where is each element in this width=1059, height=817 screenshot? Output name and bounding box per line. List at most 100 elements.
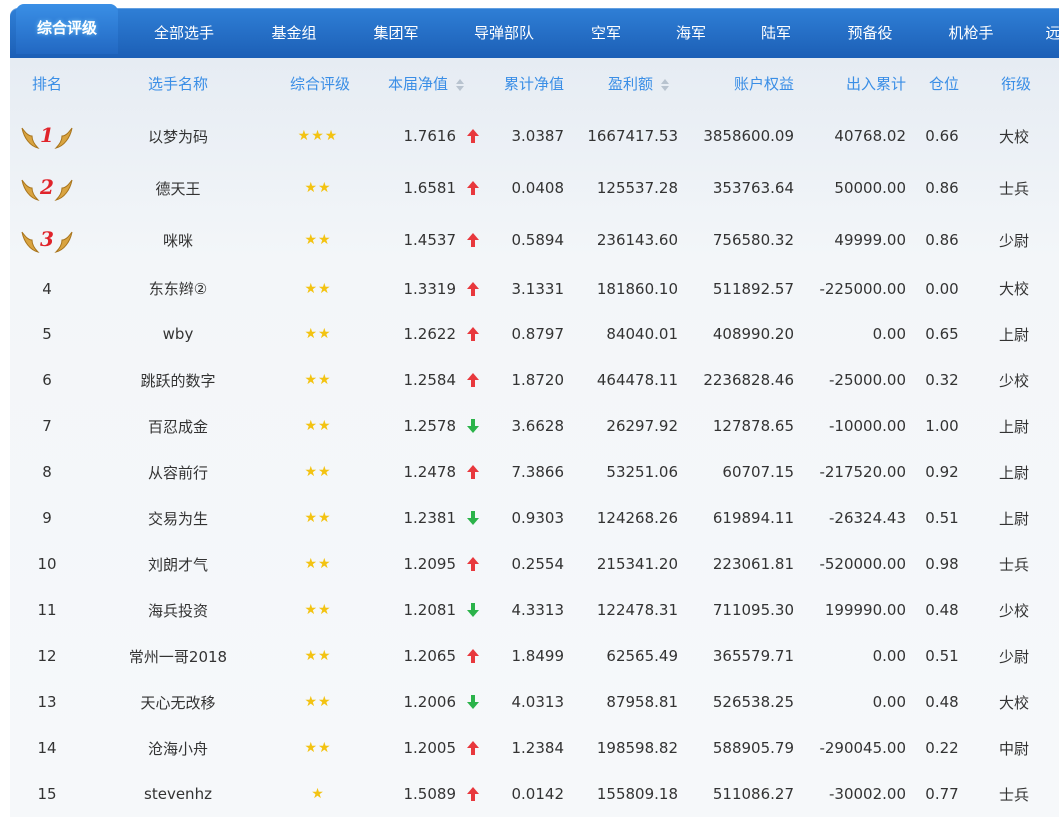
table-row[interactable]: 5 wby ★★ 1.2622 0.8797 84040.01 408990.20 0.00 0…	[10, 311, 1059, 357]
player-name-link[interactable]: 百忍成金	[148, 416, 208, 437]
position-value: 0.86	[925, 231, 959, 249]
position-cell: 0.86	[920, 214, 964, 266]
table-row[interactable]: 3 咪咪 ★★ 1.4537 0.5894 236143.60 756580.32 49999…	[10, 214, 1059, 266]
profit-value: 62565.49	[606, 647, 678, 665]
equity-cell: 756580.32	[684, 214, 794, 266]
header-equity: 账户权益	[733, 75, 794, 93]
flow-value: -30002.00	[829, 785, 906, 803]
grade-value: 大校	[998, 280, 1029, 298]
tab-10[interactable]: 远	[1003, 8, 1059, 58]
profit-cell: 125537.28	[570, 162, 678, 214]
nav-value: 1.2006	[403, 693, 457, 711]
position-cell: 0.51	[920, 495, 964, 541]
table-row[interactable]: 10 刘朗才气 ★★ 1.2095 0.2554 215341.20 223061.81 -5…	[10, 541, 1059, 587]
nav-cell: 1.2005	[380, 725, 480, 771]
player-name-link[interactable]: 刘朗才气	[148, 554, 208, 575]
table-row[interactable]: 15 stevenhz ★ 1.5089 0.0142 155809.18 511086.2…	[10, 771, 1059, 817]
player-name-link[interactable]: 天心无改移	[140, 692, 215, 713]
position-cell: 0.32	[920, 357, 964, 403]
equity-cell: 353763.64	[684, 162, 794, 214]
grade-cell: 上尉	[992, 311, 1036, 357]
grade-value: 上尉	[998, 325, 1029, 344]
grade-value: 中尉	[998, 739, 1029, 758]
player-name-link[interactable]: 交易为生	[148, 508, 208, 529]
nav-cell: 1.2578	[380, 403, 480, 449]
grade-value: 少校	[998, 371, 1029, 390]
header-grade: 衔级	[1000, 75, 1031, 93]
rank-number: 14	[37, 739, 57, 757]
flow-value: -217520.00	[819, 463, 906, 481]
position-value: 1.00	[925, 417, 959, 435]
arrow-up-icon	[467, 465, 479, 479]
position-value: 0.32	[925, 371, 959, 389]
nav-cell: 1.6581	[380, 162, 480, 214]
nav-value: 1.2584	[403, 371, 457, 389]
player-name-link[interactable]: 跳跃的数字	[140, 370, 215, 391]
table-row[interactable]: 7 百忍成金 ★★ 1.2578 3.6628 26297.92 127878.65 -100…	[10, 403, 1059, 449]
rating-cell: ★★	[280, 495, 356, 541]
flow-value: 40768.02	[834, 127, 906, 145]
position-value: 0.66	[925, 127, 959, 145]
flow-value: -26324.43	[829, 509, 906, 527]
table-row[interactable]: 12 常州一哥2018 ★★ 1.2065 1.8499 62565.49 365579.7…	[10, 633, 1059, 679]
player-name-link[interactable]: 以梦为码	[148, 126, 208, 147]
tab-1[interactable]: 全部选手	[134, 8, 234, 58]
rating-cell: ★★	[280, 541, 356, 587]
table-row[interactable]: 8 从容前行 ★★ 1.2478 7.3866 53251.06 60707.15 -2175…	[10, 449, 1059, 495]
flow-value: 49999.00	[834, 231, 906, 249]
player-name-link[interactable]: 常州一哥2018	[129, 646, 227, 667]
rank-cell: 5	[18, 311, 76, 357]
table-row[interactable]: 4 东东辫② ★★ 1.3319 3.1331 181860.10 511892.57 -22…	[10, 266, 1059, 311]
medal-rank-2-icon: 2	[21, 175, 73, 201]
table-row[interactable]: 6 跳跃的数字 ★★ 1.2584 1.8720 464478.11 2236828.46 -…	[10, 357, 1059, 403]
rating-stars: ★★	[304, 326, 332, 342]
tab-0[interactable]: 综合评级	[16, 4, 118, 54]
equity-cell: 2236828.46	[684, 357, 794, 403]
player-name-link[interactable]: wby	[163, 325, 194, 343]
table-row[interactable]: 13 天心无改移 ★★ 1.2006 4.0313 87958.81 526538.25 0.…	[10, 679, 1059, 725]
grade-cell: 上尉	[992, 403, 1036, 449]
player-name-link[interactable]: 东东辫②	[149, 278, 207, 299]
tab-2[interactable]: 基金组	[244, 8, 344, 58]
equity-value: 526538.25	[712, 693, 794, 711]
equity-cell: 408990.20	[684, 311, 794, 357]
rank-cell: 7	[18, 403, 76, 449]
table-row[interactable]: 14 沧海小舟 ★★ 1.2005 1.2384 198598.82 588905.79 -2…	[10, 725, 1059, 771]
table-row[interactable]: 2 德天王 ★★ 1.6581 0.0408 125537.28 353763.64 5000…	[10, 162, 1059, 214]
table-row[interactable]: 9 交易为生 ★★ 1.2381 0.9303 124268.26 619894.11 -26…	[10, 495, 1059, 541]
profit-value: 124268.26	[596, 509, 678, 527]
tab-8[interactable]: 预备役	[820, 8, 920, 58]
table-row[interactable]: 1 以梦为码 ★★★ 1.7616 3.0387 1667417.53 3858600.09…	[10, 110, 1059, 162]
tab-4[interactable]: 导弹部队	[454, 8, 554, 58]
rating-cell: ★★	[280, 633, 356, 679]
grade-cell: 大校	[992, 110, 1036, 162]
position-cell: 0.65	[920, 311, 964, 357]
position-value: 0.65	[925, 325, 959, 343]
player-name-cell: 德天王	[118, 162, 238, 214]
grade-value: 少尉	[998, 647, 1029, 666]
player-name-link[interactable]: 海兵投资	[148, 600, 208, 621]
position-cell: 1.00	[920, 403, 964, 449]
flow-value: 0.00	[872, 693, 906, 711]
header-profit-sortable[interactable]: 盈利额	[608, 58, 680, 110]
grade-cell: 大校	[992, 679, 1036, 725]
player-name-link[interactable]: 德天王	[155, 178, 200, 199]
table-row[interactable]: 11 海兵投资 ★★ 1.2081 4.3313 122478.31 711095.30 19…	[10, 587, 1059, 633]
player-name-cell: 从容前行	[118, 449, 238, 495]
medal-rank-number: 1	[40, 123, 54, 147]
tab-7[interactable]: 陆军	[726, 8, 826, 58]
player-name-link[interactable]: stevenhz	[144, 785, 212, 803]
flow-cell: -290045.00	[800, 725, 906, 771]
arrow-up-icon	[467, 233, 479, 247]
profit-value: 125537.28	[596, 179, 678, 197]
tab-3[interactable]: 集团军	[346, 8, 446, 58]
player-name-link[interactable]: 咪咪	[163, 230, 193, 251]
grade-cell: 少校	[992, 587, 1036, 633]
equity-cell: 588905.79	[684, 725, 794, 771]
header-nav-sortable[interactable]: 本届净值	[388, 58, 478, 110]
grade-value: 士兵	[998, 785, 1029, 804]
player-name-link[interactable]: 沧海小舟	[148, 738, 208, 759]
player-name-link[interactable]: 从容前行	[148, 462, 208, 483]
equity-cell: 619894.11	[684, 495, 794, 541]
cum-nav-value: 3.0387	[511, 127, 565, 145]
